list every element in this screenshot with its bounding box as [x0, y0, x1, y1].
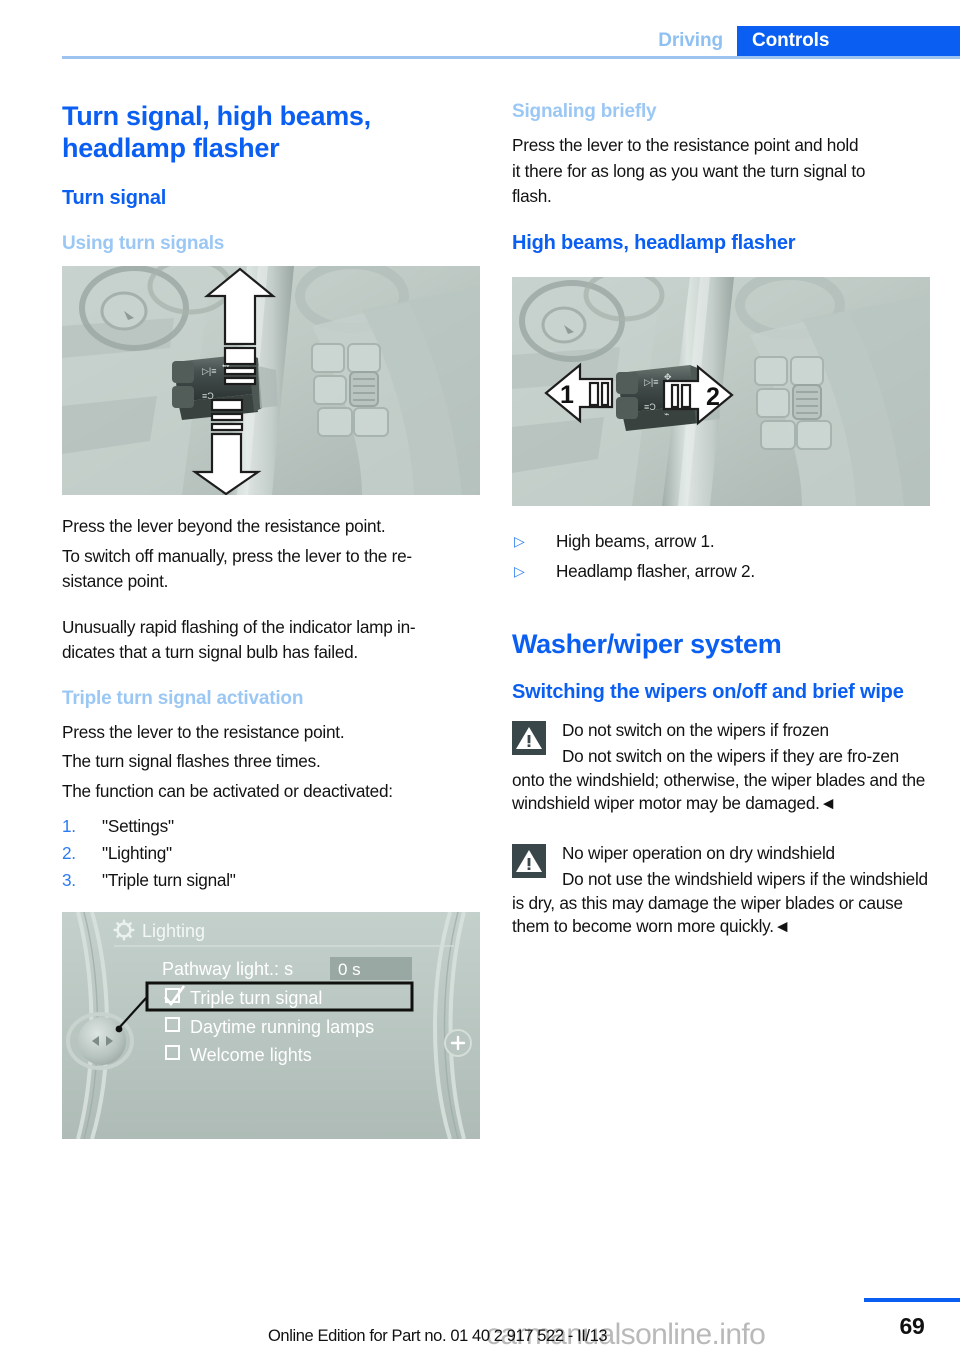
svg-text:Welcome lights: Welcome lights [190, 1045, 312, 1065]
list-item: ▷ High beams, arrow 1. [512, 526, 932, 556]
paragraph-switch-off-manually: To switch off manually, press the lever … [62, 545, 412, 566]
warning-block-frozen-wipers: Do not switch on the wipers if frozen Do… [512, 719, 932, 816]
list-item: 1. "Settings" [62, 813, 482, 840]
photo-high-beams-lever: ▷|≡ ≡Ɔ ✥ ⌁ 1 2 [512, 276, 930, 506]
step-label: "Lighting" [102, 843, 172, 863]
list-item: 2. "Lighting" [62, 840, 482, 867]
svg-text:▷|≡: ▷|≡ [644, 377, 659, 387]
manual-page: Driving Controls Turn signal, high beams… [0, 0, 960, 1362]
step-label: "Settings" [102, 816, 174, 836]
step-number: 3. [62, 870, 76, 890]
paragraph-flashes-three-times: The turn signal flashes three times. [62, 751, 321, 771]
svg-text:Triple turn signal: Triple turn signal [190, 988, 322, 1008]
paragraph-press-lever-resistance: Press the lever to the resistance point. [62, 721, 345, 742]
warning-body: Do not switch on the wipers if they are … [512, 746, 926, 813]
page-title: Turn signal, high beams, headlamp flashe… [62, 101, 371, 163]
svg-text:Lighting: Lighting [142, 921, 205, 941]
svg-text:Pathway light.: s: Pathway light.: s [162, 959, 293, 979]
paragraph-signaling-line2: it there for as long as you want the tur… [512, 160, 866, 181]
warning-title: No wiper operation on dry windshield [562, 842, 835, 863]
svg-text:Daytime running lamps: Daytime running lamps [190, 1017, 374, 1037]
svg-text:⌁: ⌁ [664, 409, 669, 419]
paragraph-press-lever-beyond: Press the lever beyond the resistance po… [62, 516, 386, 536]
svg-text:0 s: 0 s [338, 960, 361, 979]
topic-title-signaling-briefly: Signaling briefly [512, 101, 657, 122]
edition-note: Online Edition for Part no. 01 40 2 917 … [268, 1327, 608, 1345]
step-number: 2. [62, 843, 76, 863]
warning-block-dry-windshield: No wiper operation on dry windshield Do … [512, 842, 932, 939]
warning-triangle-icon [512, 843, 546, 878]
page-number: 69 [899, 1313, 925, 1339]
subsection-title-high-beams: High beams, headlamp flasher [512, 231, 796, 254]
svg-text:▷|≡: ▷|≡ [202, 366, 217, 376]
warning-triangle-icon [512, 720, 546, 755]
page-header: Driving Controls [0, 0, 960, 62]
idrive-screen-lighting-menu: Lighting Pathway light.: s 0 s Triple tu… [62, 912, 480, 1139]
topic-title-triple-turn-signal-activation: Triple turn signal activation [62, 687, 304, 709]
triangle-bullet-icon: ▷ [514, 562, 525, 579]
steps-list: 1. "Settings" 2. "Lighting" 3. "Triple t… [62, 813, 482, 894]
svg-text:2: 2 [706, 383, 720, 411]
right-column: Signaling briefly Press the lever to the… [512, 100, 932, 959]
svg-text:1: 1 [560, 381, 574, 409]
paragraph-rapid-flashing-cont: dicates that a turn signal bulb has fail… [62, 642, 358, 662]
breadcrumb-item-driving[interactable]: Driving [648, 26, 737, 56]
high-beams-bullet-list: ▷ High beams, arrow 1. ▷ Headlamp flashe… [512, 526, 932, 586]
topic-title-using-turn-signals: Using turn signals [62, 233, 225, 254]
paragraph-switch-off-manually-cont: sistance point. [62, 571, 169, 591]
paragraph-rapid-flashing: Unusually rapid flashing of the indicato… [62, 616, 416, 637]
svg-text:≡Ɔ: ≡Ɔ [644, 402, 656, 412]
bullet-label: High beams, arrow 1. [556, 530, 715, 551]
section-title-washer-wiper-system: Washer/wiper system [512, 628, 782, 659]
breadcrumb-item-controls[interactable]: Controls [737, 26, 960, 56]
subsection-title-switching-wipers: Switching the wipers on/off and brief wi… [512, 680, 904, 703]
left-column: Turn signal, high beams, headlamp flashe… [62, 100, 482, 1139]
step-label: "Triple turn signal" [102, 870, 236, 890]
header-divider [62, 56, 960, 59]
step-number: 1. [62, 816, 76, 836]
triangle-bullet-icon: ▷ [514, 532, 525, 549]
paragraph-can-be-activated: The function can be activated or deactiv… [62, 780, 393, 801]
photo-turn-signal-lever: ▷|≡ ≡Ɔ ✥ ⌁ [62, 266, 480, 495]
subsection-title-turn-signal: Turn signal [62, 187, 167, 209]
list-item: ▷ Headlamp flasher, arrow 2. [512, 556, 932, 586]
bullet-label: Headlamp flasher, arrow 2. [556, 560, 755, 581]
warning-body: Do not use the windshield wipers if the … [512, 869, 928, 936]
paragraph-signaling-line3: flash. [512, 186, 552, 206]
warning-title: Do not switch on the wipers if frozen [562, 719, 829, 740]
list-item: 3. "Triple turn signal" [62, 867, 482, 894]
breadcrumb: Driving Controls [648, 26, 960, 56]
paragraph-signaling-line1: Press the lever to the resistance point … [512, 135, 859, 155]
page-number-rule [864, 1298, 960, 1302]
